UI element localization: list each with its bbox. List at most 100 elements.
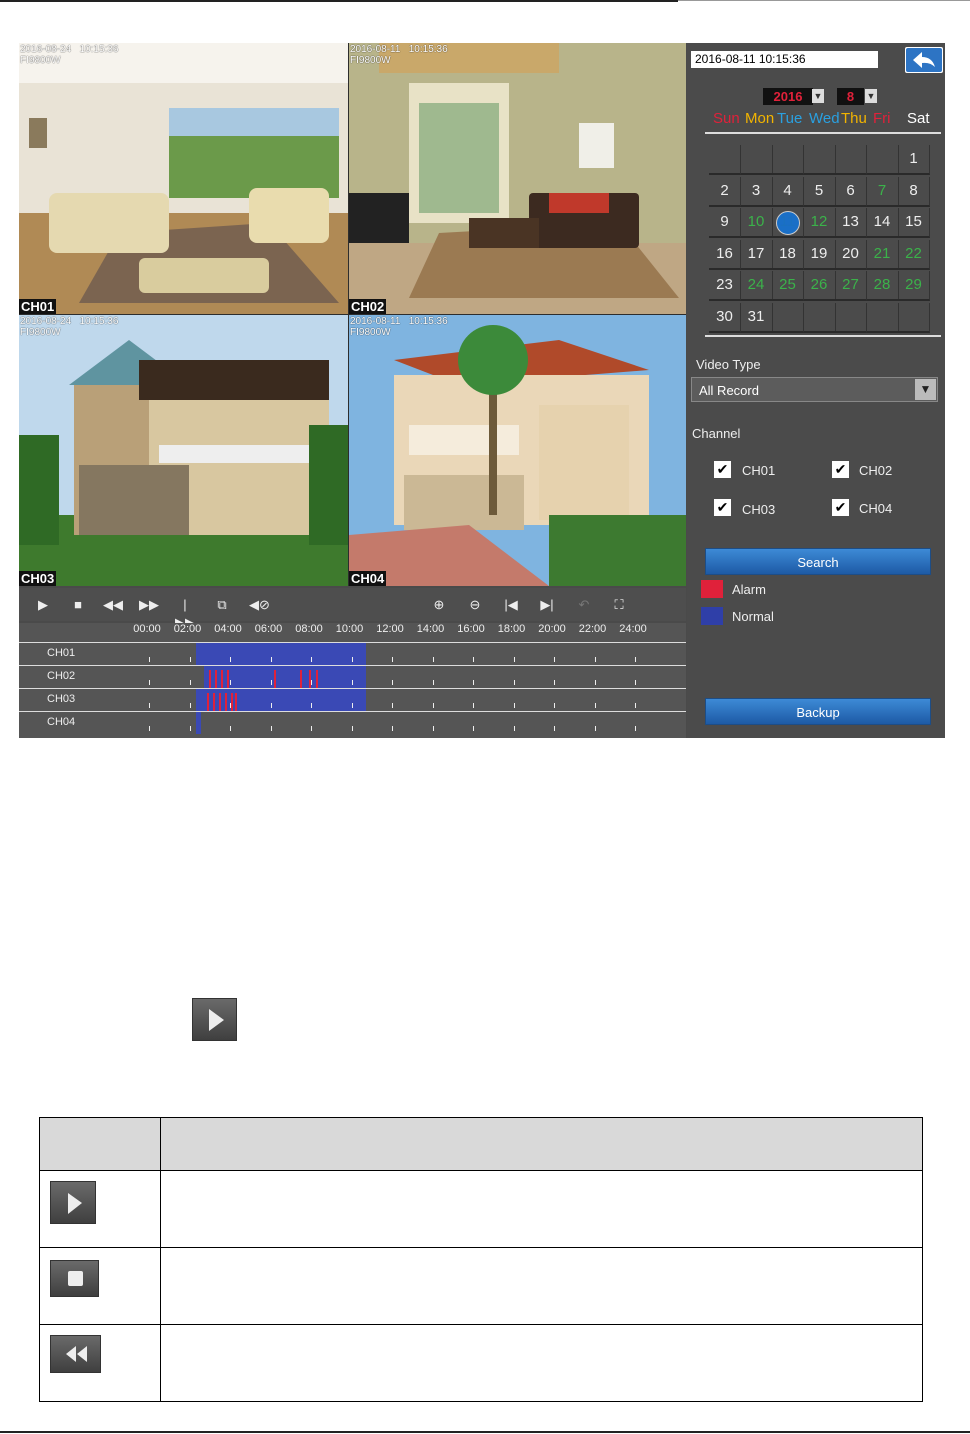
calendar-day[interactable]: 24 (740, 271, 773, 301)
timeline-tick (149, 726, 150, 731)
timeline-hour-label: 00:00 (133, 623, 161, 635)
calendar-divider (705, 132, 941, 134)
back-arrow-icon (906, 48, 942, 72)
calendar-day[interactable]: 16 (709, 239, 741, 270)
calendar-day[interactable]: 9 (709, 208, 741, 238)
calendar-day[interactable]: 26 (803, 271, 836, 301)
rewind-icon[interactable]: ◀◀ (103, 596, 123, 614)
channel-checkbox-label: CH02 (859, 463, 893, 478)
fullscreen-icon[interactable]: ⛶ (609, 596, 629, 614)
calendar-day[interactable]: 1 (898, 145, 930, 175)
calendar-day[interactable]: 5 (803, 176, 836, 207)
timeline-tick (311, 657, 312, 662)
weekday-label: Tue (777, 110, 803, 127)
table-header-cell (160, 1117, 923, 1171)
record-timeline[interactable]: 00:00 02:00 04:00 06:00 08:00 10:00 12:00 14:00… (19, 623, 686, 738)
calendar-day[interactable]: 4 (772, 176, 804, 207)
calendar-day[interactable]: 11 (772, 208, 804, 238)
weekday-label: Sun (713, 110, 740, 127)
search-button[interactable]: Search (705, 548, 931, 575)
calendar-day[interactable]: 27 (835, 271, 867, 301)
timeline-row-ch02[interactable]: CH02 (19, 665, 686, 688)
rewind-icon (50, 1335, 101, 1373)
timeline-tick (392, 726, 393, 731)
timeline-tick (473, 726, 474, 731)
timeline-row-ch03[interactable]: CH03 (19, 688, 686, 711)
fast-forward-icon[interactable]: ▶▶ (139, 596, 159, 614)
timeline-hour-label: 14:00 (416, 623, 445, 635)
step-forward-icon[interactable]: |▶▶ (175, 596, 195, 630)
undo-icon[interactable]: ↶ (574, 596, 594, 614)
calendar-day[interactable]: 13 (835, 208, 867, 238)
calendar-day[interactable]: 21 (866, 239, 899, 270)
timeline-tick (594, 657, 596, 662)
calendar-day[interactable]: 2 (709, 176, 741, 207)
record-alarm-mark (207, 693, 209, 711)
calendar-day[interactable]: 31 (740, 302, 773, 333)
calendar-day[interactable]: 8 (898, 176, 930, 207)
calendar-day[interactable]: 12 (803, 208, 836, 238)
year-dropdown-icon[interactable]: ▼ (812, 89, 824, 103)
channel-checkbox-ch03[interactable]: ✔ (714, 499, 731, 516)
timeline-tick (432, 703, 434, 708)
year-select[interactable]: 2016 (763, 88, 813, 105)
month-dropdown-icon[interactable]: ▼ (865, 89, 877, 103)
camera-ch04[interactable]: 2016-08-11 10:15:36 FI9800W CH04 (349, 315, 686, 586)
calendar-day[interactable]: 19 (803, 239, 836, 270)
calendar-day[interactable]: 6 (835, 176, 867, 207)
channel-checkbox-ch01[interactable]: ✔ (714, 461, 731, 478)
clip-icon[interactable]: ⧉ (212, 596, 232, 614)
video-type-select[interactable]: All Record ▼ (691, 377, 938, 402)
calendar-day[interactable]: 3 (740, 176, 773, 207)
timeline-tick (554, 726, 555, 731)
calendar-day[interactable]: 17 (740, 239, 773, 270)
playback-window: 2016-08-24 10:15:36 FI9800W CH01 2016-08… (19, 43, 945, 738)
timeline-row-ch04[interactable]: CH04 (19, 711, 686, 734)
zoom-out-icon[interactable]: ⊖ (465, 596, 485, 614)
timeline-tick (351, 703, 353, 708)
mute-icon[interactable]: ◀⊘ (249, 596, 270, 614)
channel-checkbox-ch04[interactable]: ✔ (832, 499, 849, 516)
stop-icon[interactable]: ■ (68, 596, 88, 614)
camera-ch01-image (19, 43, 348, 314)
calendar-day[interactable]: 30 (709, 302, 741, 333)
record-alarm-mark (235, 693, 237, 711)
calendar-empty-cell (835, 145, 867, 175)
prev-icon[interactable]: |◀ (501, 596, 521, 614)
calendar-day[interactable]: 14 (866, 208, 899, 238)
calendar-day[interactable]: 22 (898, 239, 930, 270)
record-normal-bar (196, 643, 366, 665)
camera-ch03[interactable]: 2016-08-24 10:15:36 FI9800W CH03 (19, 315, 348, 586)
table-header-row (39, 1117, 923, 1171)
calendar-day[interactable]: 23 (709, 271, 741, 301)
backup-button[interactable]: Backup (705, 698, 931, 725)
timeline-row-ch01[interactable]: CH01 (19, 642, 686, 665)
calendar-day[interactable]: 18 (772, 239, 804, 270)
record-alarm-mark (274, 670, 276, 688)
timeline-tick (351, 726, 353, 731)
camera-ch01[interactable]: 2016-08-24 10:15:36 FI9800W CH01 (19, 43, 348, 314)
next-icon[interactable]: ▶| (537, 596, 557, 614)
calendar-day[interactable]: 25 (772, 271, 804, 301)
calendar-divider (705, 335, 941, 337)
calendar-day[interactable]: 20 (835, 239, 867, 270)
zoom-in-icon[interactable]: ⊕ (429, 596, 449, 614)
chevron-down-icon[interactable]: ▼ (915, 379, 936, 400)
timeline-tick (351, 657, 353, 662)
record-alarm-mark (219, 693, 221, 711)
camera-ch03-image (19, 315, 348, 586)
timeline-tick (311, 726, 312, 731)
camera-ch02[interactable]: 2016-08-11 10:15:36 FI9800W CH02 (349, 43, 686, 314)
timeline-tick (230, 726, 231, 731)
calendar-day[interactable]: 29 (898, 271, 930, 301)
calendar-day[interactable]: 10 (740, 208, 773, 238)
calendar-day[interactable]: 7 (866, 176, 899, 207)
timeline-tick (635, 657, 636, 662)
calendar-day[interactable]: 28 (866, 271, 899, 301)
play-icon[interactable]: ▶ (33, 596, 53, 614)
timeline-tick (432, 657, 434, 662)
back-button[interactable] (905, 47, 943, 73)
calendar-day[interactable]: 15 (898, 208, 930, 238)
channel-checkbox-ch02[interactable]: ✔ (832, 461, 849, 478)
month-select[interactable]: 8 (837, 88, 864, 105)
